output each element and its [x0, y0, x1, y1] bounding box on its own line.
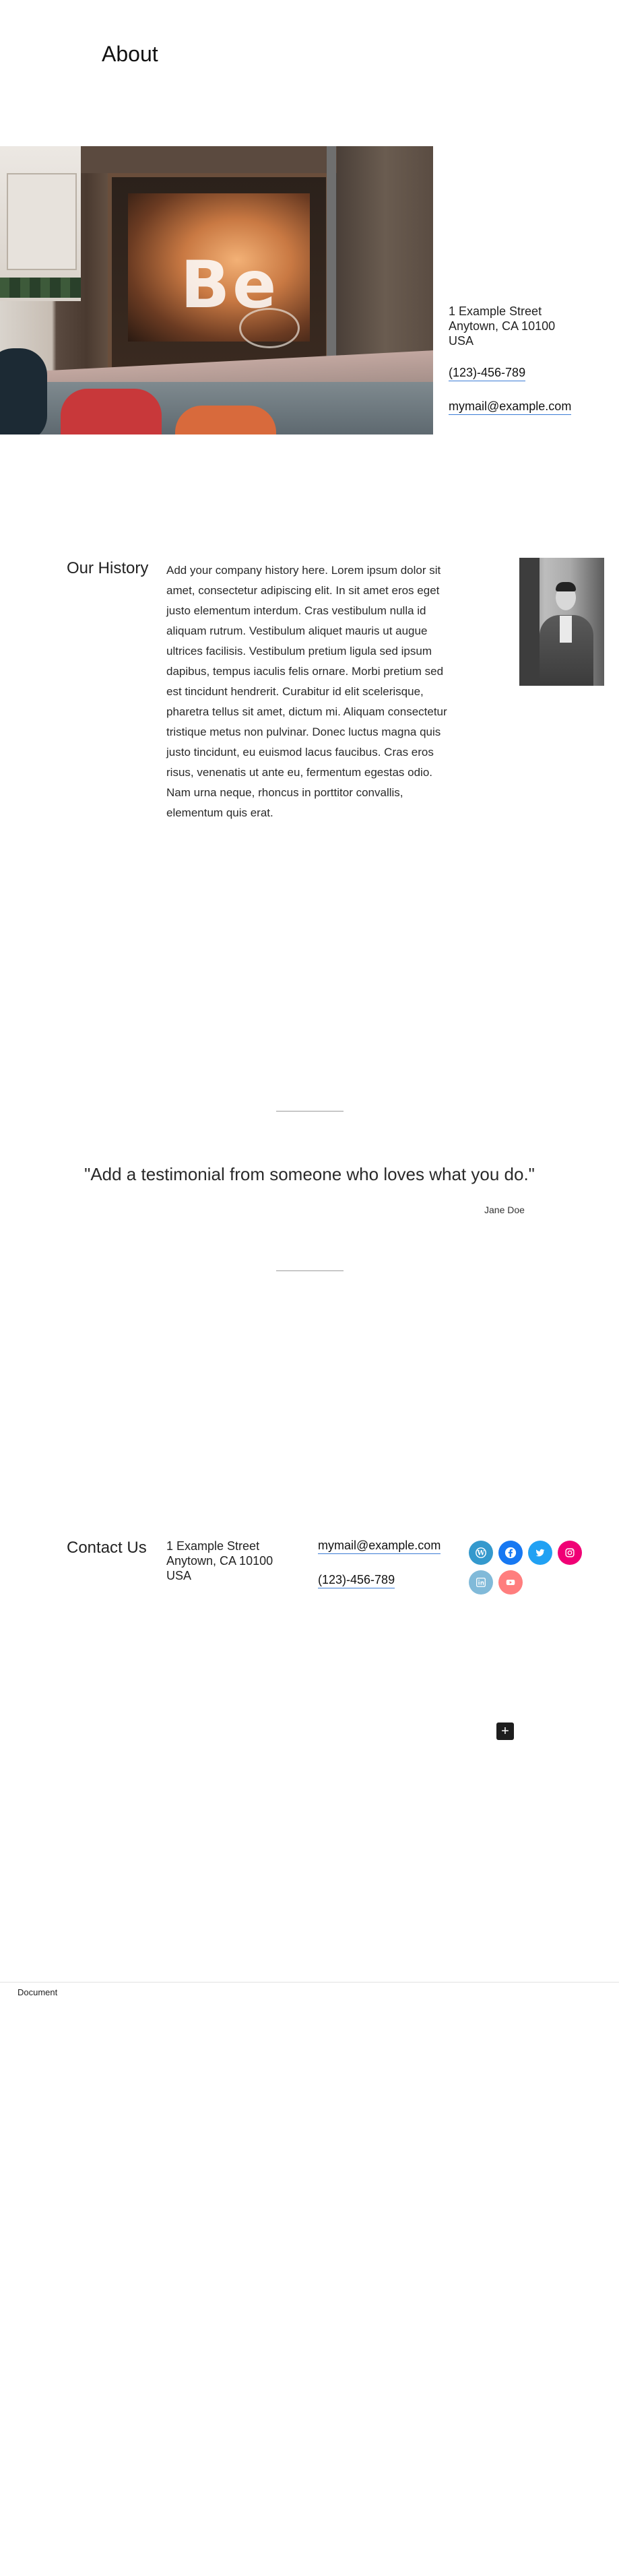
- twitter-icon[interactable]: [528, 1541, 552, 1565]
- breadcrumb[interactable]: Document: [18, 1987, 57, 1997]
- youtube-icon[interactable]: [498, 1570, 523, 1595]
- footer-divider: [0, 1982, 619, 1983]
- address-line: 1 Example Street: [166, 1539, 260, 1553]
- hero-phone-link[interactable]: (123)-456-789: [449, 366, 526, 381]
- add-block-button[interactable]: +: [496, 1722, 514, 1740]
- address-line: USA: [166, 1569, 192, 1582]
- instagram-icon[interactable]: [558, 1541, 582, 1565]
- testimonial-quote: "Add a testimonial from someone who love…: [84, 1164, 535, 1184]
- bicycle: [239, 308, 300, 348]
- history-heading: Our History: [67, 559, 149, 577]
- contact-address: 1 Example Street Anytown, CA 10100 USA: [166, 1539, 273, 1583]
- svg-text:W: W: [476, 1550, 485, 1557]
- contact-email-link[interactable]: mymail@example.com: [318, 1539, 441, 1554]
- scooter: [0, 348, 47, 434]
- address-line: USA: [449, 334, 474, 348]
- page-title: About: [102, 42, 158, 66]
- history-text: Add your company history here. Lorem ips…: [166, 564, 447, 819]
- testimonial-author: Jane Doe: [484, 1204, 525, 1215]
- portrait-image[interactable]: [519, 558, 604, 686]
- address-line: Anytown, CA 10100: [166, 1554, 273, 1568]
- hero-email-link[interactable]: mymail@example.com: [449, 399, 572, 415]
- facebook-icon[interactable]: [498, 1541, 523, 1565]
- address-line: 1 Example Street: [449, 304, 542, 318]
- scooter: [61, 389, 162, 434]
- address-line: Anytown, CA 10100: [449, 319, 556, 333]
- scooter: [175, 406, 276, 434]
- wordpress-icon[interactable]: W: [469, 1541, 493, 1565]
- linkedin-icon[interactable]: [469, 1570, 493, 1595]
- plants: [0, 278, 81, 298]
- separator: [276, 1270, 344, 1271]
- separator: [276, 1111, 344, 1112]
- contact-phone-link[interactable]: (123)-456-789: [318, 1573, 395, 1588]
- hero-address: 1 Example Street Anytown, CA 10100 USA: [449, 304, 555, 348]
- hero-image[interactable]: Be: [0, 146, 433, 434]
- contact-heading: Contact Us: [67, 1539, 147, 1557]
- pillar: [327, 146, 336, 389]
